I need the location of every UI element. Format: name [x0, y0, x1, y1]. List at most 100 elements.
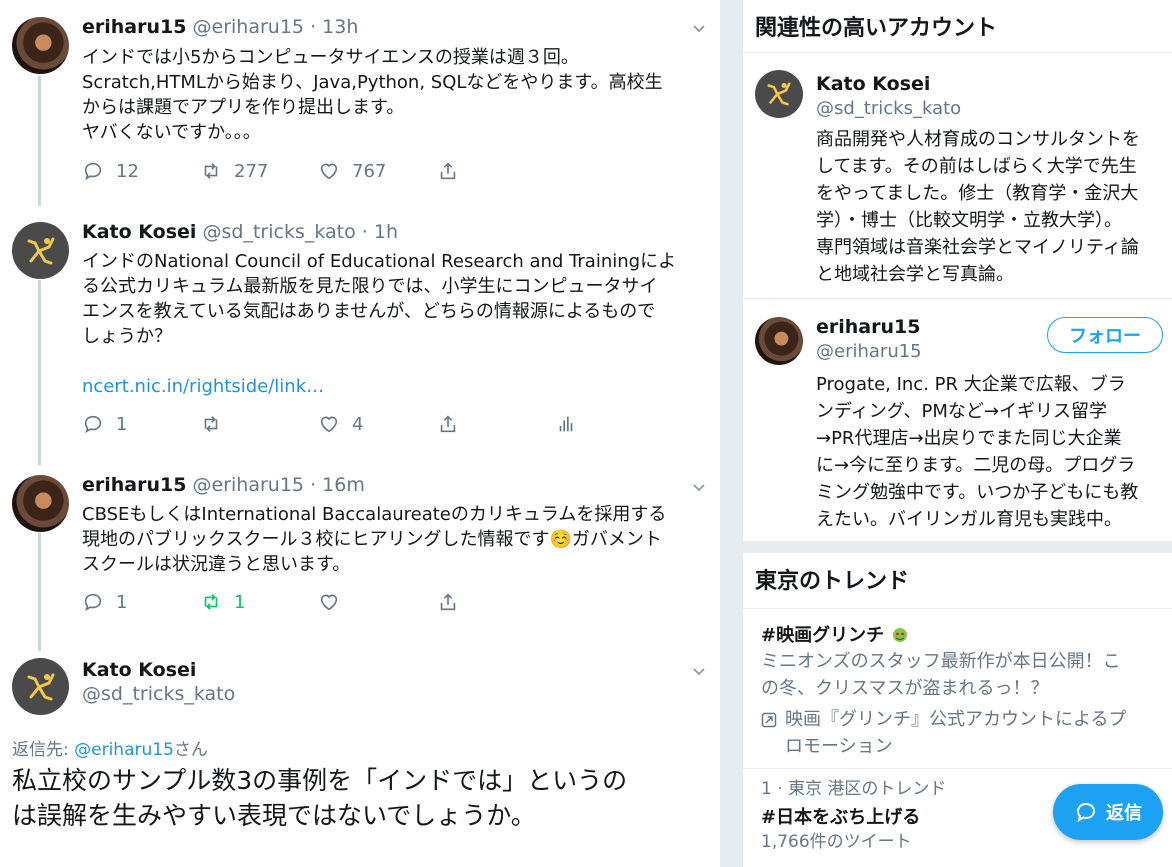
author-handle[interactable]: @sd_tricks_kato [203, 221, 356, 243]
share-icon [440, 593, 456, 611]
share-button[interactable] [437, 160, 459, 182]
tweet-text: CBSEもしくはInternational Baccalaureateのカリキュ… [82, 502, 707, 577]
bio-line: をやってました。修士（教育学・金沢大 [816, 183, 1139, 204]
chevron-down-icon[interactable] [692, 665, 706, 679]
share-icon [440, 162, 456, 180]
tweet-text-line: CBSEもしくはInternational Baccalaureateのカリキュ… [82, 504, 667, 525]
account-handle[interactable]: @eriharu15 [816, 341, 922, 362]
share-icon [440, 415, 456, 433]
tweet-actions: 1 1 [82, 591, 642, 615]
account-card[interactable]: eriharu15 @eriharu15 フォロー Progate, Inc. … [743, 299, 1172, 541]
tweet-text-line: インドでは小5からコンピュータサイエンスの授業は週３回。 [82, 47, 579, 68]
reply-count: 12 [116, 160, 139, 182]
retweet-icon [204, 163, 218, 179]
tweet-text-line: Scratch,HTMLから始まり、Java,Python, SQLなどをやりま… [82, 72, 663, 93]
promo-line: ロモーション [785, 736, 893, 757]
retweet-button[interactable] [200, 413, 222, 435]
account-bio: Progate, Inc. PR 大企業で広報、ブラ ンディング、PMなど→イギ… [816, 371, 1166, 533]
share-button[interactable] [437, 413, 459, 435]
tweet-time[interactable]: · 13h [310, 16, 358, 38]
tweet-time[interactable]: · 16m [310, 474, 365, 496]
tweet[interactable]: eriharu15 @eriharu15 · 16m CBSEもしくはInter… [0, 460, 720, 655]
chevron-down-icon[interactable] [692, 481, 706, 495]
trend-hashtag[interactable]: #映画グリンチ [761, 621, 1161, 647]
reply-to-label: 返信先: [12, 740, 75, 760]
reply-icon [84, 415, 102, 434]
avatar[interactable] [12, 475, 69, 532]
like-button[interactable]: 4 [318, 413, 363, 435]
reply-icon [84, 593, 102, 612]
trend-description: ミニオンズのスタッフ最新作が本日公開！こ の冬、クリスマスが盗まれるっ！？ [761, 648, 1161, 702]
reply-button[interactable]: 12 [82, 160, 139, 182]
tweet-text-line: からは課題でアプリを作り提出します。 [82, 97, 405, 118]
promo-line: 映画『グリンチ』公式アカウントによるプ [785, 709, 1127, 730]
tweet-text: インドでは小5からコンピュータサイエンスの授業は週３回。 Scratch,HTM… [82, 45, 707, 145]
trend-description-line: ミニオンズのスタッフ最新作が本日公開！こ [761, 651, 1121, 672]
reply-button[interactable]: 1 [82, 413, 127, 435]
chevron-down-icon[interactable] [692, 22, 706, 36]
account-handle[interactable]: @sd_tricks_kato [816, 98, 961, 119]
trends-title: 東京のトレンド [755, 569, 910, 594]
like-button[interactable]: 767 [318, 160, 386, 182]
related-accounts-panel: 関連性の高いアカウント Kato Kosei @sd_tricks_kato 商… [743, 0, 1172, 541]
retweet-icon [204, 416, 218, 432]
focused-tweet: Kato Kosei @sd_tricks_kato 返信先: @eriharu… [0, 655, 720, 867]
reply-to-suffix: さん [173, 740, 208, 760]
bio-line: →PR代理店→出戻りでまた同じ大企業 [816, 428, 1122, 449]
account-card[interactable]: Kato Kosei @sd_tricks_kato 商品開発や人材育成のコンサ… [743, 53, 1172, 298]
avatar[interactable] [755, 70, 803, 118]
dancer-logo-icon [27, 673, 54, 700]
tweet[interactable]: Kato Kosei @sd_tricks_kato · 1h インドのNati… [0, 205, 720, 460]
tweet-text-line: 私立校のサンプル数3の事例を「インドでは」というの [12, 766, 628, 795]
tweet-text-line: エンスを教えている気配はありませんが、どちらの情報源によるもので [82, 301, 656, 322]
reply-button[interactable]: 1 [82, 591, 127, 613]
like-button[interactable] [318, 591, 340, 613]
author-name[interactable]: Kato Kosei [82, 659, 235, 681]
avatar[interactable] [755, 317, 803, 365]
reply-bubble-icon [1076, 802, 1096, 823]
retweet-icon [204, 594, 218, 610]
author-handle[interactable]: @sd_tricks_kato [82, 683, 235, 705]
tweet-text-line: 現地のパブリックスクール３校にヒアリングした情報です☺️ガバメント [82, 529, 662, 550]
promoted-icon [761, 712, 777, 728]
tweet-actions: 12 277 767 [82, 160, 642, 184]
retweet-button[interactable]: 277 [200, 160, 268, 182]
reply-to-handle[interactable]: @eriharu15 [74, 740, 174, 760]
author-name[interactable]: eriharu15 [82, 474, 186, 496]
tweet-text-line: は誤解を生みやすい表現ではないでしょうか。 [12, 801, 536, 830]
avatar[interactable] [12, 658, 69, 715]
trend-description-line: の冬、クリスマスが盗まれるっ！？ [761, 678, 1049, 699]
tweet-text-line: インドのNational Council of Educational Rese… [82, 251, 677, 272]
share-button[interactable] [437, 591, 459, 613]
grinch-emoji-icon [893, 628, 908, 642]
heart-icon [320, 594, 338, 611]
avatar[interactable] [12, 17, 69, 74]
analytics-button[interactable] [555, 413, 577, 435]
bio-line: ミング勉強中です。いつか子どもにも教 [816, 482, 1139, 503]
author-name[interactable]: eriharu15 [82, 16, 186, 38]
reply-floating-button[interactable]: 返信 [1053, 784, 1163, 840]
like-count: 4 [352, 413, 364, 435]
avatar[interactable] [12, 222, 69, 279]
account-name[interactable]: eriharu15 [816, 316, 922, 338]
bio-line: してます。その前はしばらく大学で先生 [816, 156, 1137, 177]
reply-icon [84, 162, 102, 181]
conversation-timeline: eriharu15 @eriharu15 · 13h インドでは小5からコンピュ… [0, 0, 720, 867]
author-name[interactable]: Kato Kosei [82, 221, 196, 243]
bio-line: ンディング、PMなど→イギリス留学 [816, 401, 1107, 422]
retweet-button[interactable]: 1 [200, 591, 245, 613]
trend-item[interactable]: #映画グリンチ ミニオンズのスタッフ最新作が本日公開！こ の冬、クリスマスが盗ま… [761, 621, 1161, 760]
promoted-by[interactable]: 映画『グリンチ』公式アカウントによるプ ロモーション [761, 706, 1161, 760]
follow-button[interactable]: フォロー [1047, 317, 1163, 353]
tweet-text-line: ヤバくないですか。。。 [82, 122, 261, 143]
author-handle[interactable]: @eriharu15 [193, 474, 305, 496]
tweet-link[interactable]: ncert.nic.in/rightside/link… [82, 374, 707, 399]
account-name[interactable]: Kato Kosei [816, 73, 961, 95]
tweet[interactable]: eriharu15 @eriharu15 · 13h インドでは小5からコンピュ… [0, 0, 720, 205]
tweet-text: インドのNational Council of Educational Rese… [82, 249, 707, 399]
dancer-logo-icon [27, 237, 54, 264]
author-handle[interactable]: @eriharu15 [193, 16, 305, 38]
bio-line: Progate, Inc. PR 大企業で広報、ブラ [816, 374, 1126, 395]
analytics-icon [559, 416, 573, 432]
tweet-time[interactable]: · 1h [362, 221, 398, 243]
